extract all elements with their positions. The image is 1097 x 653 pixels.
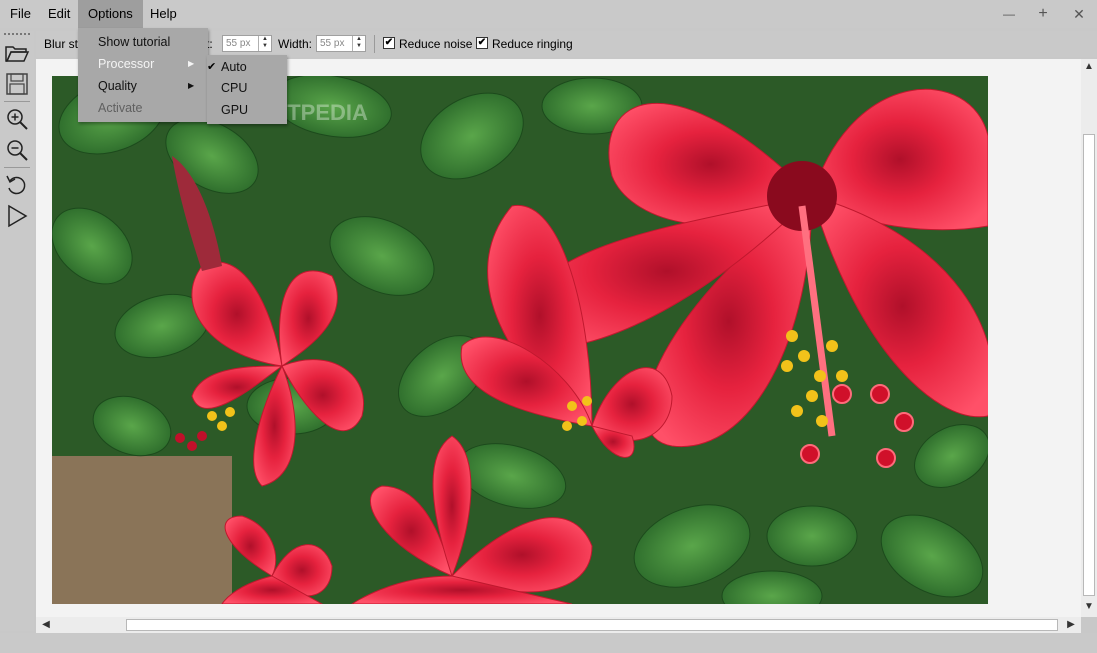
toolbar-separator — [374, 35, 375, 53]
minimize-button[interactable]: — — [992, 0, 1026, 28]
photo-image: SOFTPEDIA — [52, 76, 988, 604]
play-icon[interactable] — [4, 203, 30, 229]
menu-activate[interactable]: Activate — [98, 101, 142, 115]
scroll-right-icon[interactable]: ▶ — [1063, 617, 1079, 633]
width-spinbox[interactable]: 55 px ▲ ▼ — [316, 35, 366, 52]
close-button[interactable]: ✕ — [1062, 0, 1096, 28]
processor-cpu[interactable]: CPU — [221, 81, 247, 95]
horizontal-scrollbar[interactable]: ◀ ▶ — [36, 617, 1081, 633]
menu-processor[interactable]: Processor — [98, 57, 154, 71]
canvas-area[interactable]: SOFTPEDIA — [36, 59, 1081, 617]
processor-auto[interactable]: Auto — [221, 60, 247, 74]
status-bar — [0, 633, 1097, 653]
reduce-ringing-label: Reduce ringing — [492, 37, 573, 51]
size-spin-buttons[interactable]: ▲ ▼ — [258, 36, 271, 51]
toolbar-separator — [4, 101, 30, 102]
submenu-arrow-icon: ▶ — [188, 59, 195, 68]
scroll-up-icon[interactable]: ▲ — [1081, 59, 1097, 75]
open-folder-icon[interactable] — [4, 40, 30, 66]
menu-show-tutorial[interactable]: Show tutorial — [98, 35, 170, 49]
width-value: 55 px — [320, 38, 345, 49]
size-spinbox[interactable]: 55 px ▲ ▼ — [222, 35, 272, 52]
spin-down-icon[interactable]: ▼ — [353, 43, 365, 50]
toolbar-separator — [4, 167, 30, 168]
menu-options[interactable]: Options — [78, 0, 143, 28]
rotate-icon[interactable] — [4, 172, 30, 198]
hibiscus-photo[interactable]: SOFTPEDIA — [52, 76, 988, 604]
vertical-scrollbar[interactable]: ▲ ▼ — [1081, 59, 1097, 617]
spin-up-icon[interactable]: ▲ — [259, 36, 271, 43]
size-value: 55 px — [226, 38, 251, 49]
check-icon: ✔ — [207, 61, 217, 73]
scroll-left-icon[interactable]: ◀ — [38, 617, 54, 633]
maximize-button[interactable]: + — [1026, 0, 1060, 28]
blur-strength-label: Blur str — [44, 37, 83, 51]
horizontal-scroll-thumb[interactable] — [126, 619, 1058, 631]
reduce-ringing-checkbox[interactable]: ✔ — [476, 37, 488, 49]
menu-bar: File Edit Options Help — + ✕ — [0, 0, 1097, 28]
processor-gpu[interactable]: GPU — [221, 103, 248, 117]
submenu-arrow-icon: ▶ — [188, 81, 195, 90]
vertical-scroll-thumb[interactable] — [1083, 134, 1095, 596]
menu-help[interactable]: Help — [140, 0, 187, 28]
spin-up-icon[interactable]: ▲ — [353, 36, 365, 43]
options-dropdown: Show tutorial Processor ▶ Quality ▶ Acti… — [78, 28, 208, 122]
left-toolbar — [0, 31, 34, 631]
scroll-down-icon[interactable]: ▼ — [1081, 599, 1097, 615]
menu-file[interactable]: File — [0, 0, 41, 28]
save-icon[interactable] — [4, 71, 30, 97]
processor-submenu: ✔ Auto CPU GPU — [207, 55, 287, 124]
reduce-noise-label: Reduce noise — [399, 37, 473, 51]
spin-down-icon[interactable]: ▼ — [259, 43, 271, 50]
menu-quality[interactable]: Quality — [98, 79, 137, 93]
menu-edit[interactable]: Edit — [38, 0, 80, 28]
width-label: Width: — [278, 37, 313, 51]
zoom-in-icon[interactable] — [4, 106, 30, 132]
toolbar-grip[interactable] — [4, 33, 30, 35]
reduce-noise-checkbox[interactable]: ✔ — [383, 37, 395, 49]
width-spin-buttons[interactable]: ▲ ▼ — [352, 36, 365, 51]
zoom-out-icon[interactable] — [4, 137, 30, 163]
